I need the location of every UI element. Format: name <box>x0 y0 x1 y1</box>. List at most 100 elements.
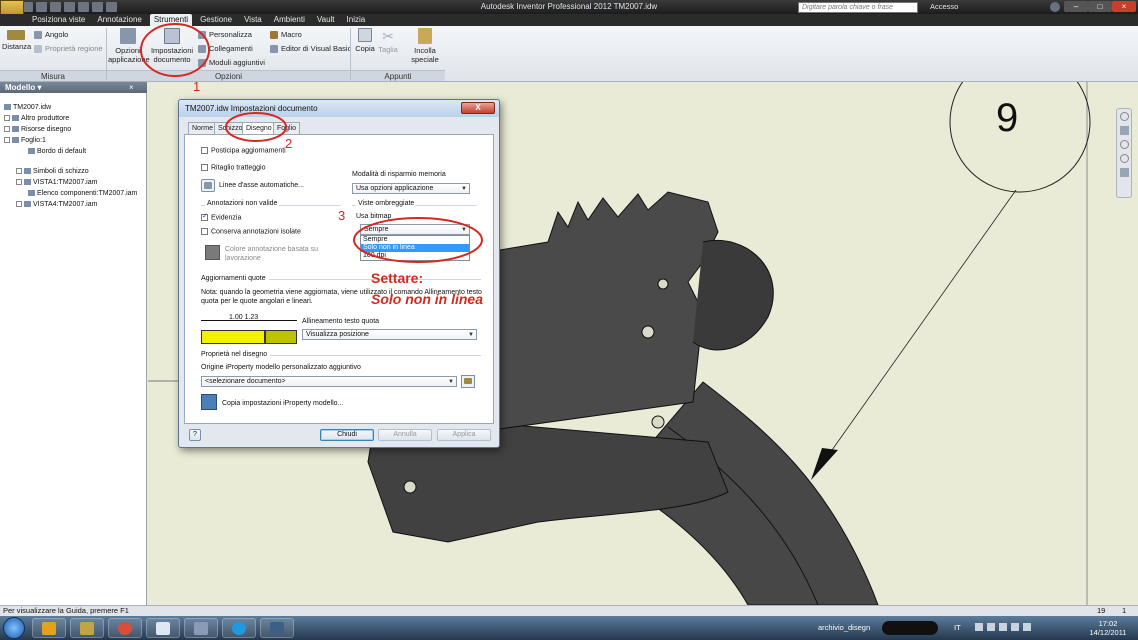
editor-vb-button[interactable]: Editor di Visual Basic <box>270 44 351 53</box>
inventor-icon <box>80 622 94 635</box>
tree-item[interactable]: Simboli di schizzo <box>16 168 89 175</box>
opzioni-applicazione-button[interactable]: Opzioni applicazione <box>108 28 150 64</box>
tree-item[interactable]: Risorse disegno <box>4 126 71 133</box>
tree-item[interactable]: VISTA1:TM2007.iam <box>16 179 97 186</box>
conserva-checkbox[interactable]: Conserva annotazioni isolate <box>201 228 301 235</box>
distanza-button[interactable]: Distanza <box>2 30 31 51</box>
zoom-icon[interactable] <box>1119 140 1129 149</box>
part-hook <box>692 240 774 351</box>
checkbox[interactable] <box>201 228 208 235</box>
option-sempre[interactable]: Sempre <box>361 236 469 244</box>
pan-icon[interactable] <box>1119 126 1129 135</box>
taskbar-outlook[interactable] <box>32 618 66 638</box>
evidenzia-checkbox[interactable]: Evidenzia <box>201 212 241 221</box>
centerline-button[interactable] <box>201 179 215 192</box>
copy-iproperty-icon[interactable] <box>201 394 217 410</box>
system-clock[interactable]: 17:02 14/12/2011 <box>1086 619 1130 637</box>
tab-inizia[interactable]: Inizia <box>343 14 370 26</box>
tab-foglio[interactable]: Foglio <box>273 122 301 134</box>
personalizza-button[interactable]: Personalizza <box>198 30 252 39</box>
network-icon[interactable] <box>1011 623 1019 631</box>
bitmap-select[interactable]: Sempre ▼ <box>360 224 470 235</box>
applica-button[interactable]: Applica <box>437 429 491 441</box>
tab-gestione[interactable]: Gestione <box>196 14 236 26</box>
collapse-icon[interactable] <box>4 137 10 144</box>
help-button[interactable]: ? <box>189 429 201 441</box>
tray-icon[interactable] <box>987 623 995 631</box>
ritaglio-checkbox[interactable]: Ritaglio tratteggio <box>201 164 265 171</box>
taskbar-paint[interactable] <box>184 618 218 638</box>
copia-button[interactable]: Copia <box>353 28 377 53</box>
chevron-down-icon: ▼ <box>448 379 454 385</box>
tree-item[interactable]: Elenco componenti:TM2007.iam <box>28 190 137 197</box>
close-window-button[interactable]: × <box>1112 1 1136 12</box>
tree-item[interactable]: Foglio:1 <box>4 137 46 144</box>
minimize-button[interactable]: – <box>1064 1 1088 12</box>
tab-vault[interactable]: Vault <box>313 14 339 26</box>
angolo-button[interactable]: Angolo <box>34 30 68 39</box>
expand-icon[interactable] <box>4 126 10 133</box>
allineamento-select[interactable]: Visualizza posizione ▼ <box>302 329 477 340</box>
maximize-button[interactable]: □ <box>1088 1 1112 12</box>
linee-asse-label[interactable]: Linee d'asse automatiche... <box>219 182 304 189</box>
modalita-select[interactable]: Usa opzioni applicazione ▼ <box>352 183 470 194</box>
archive-label[interactable]: archivio_disegn <box>818 623 870 632</box>
annulla-button[interactable]: Annulla <box>378 429 432 441</box>
tray-icon[interactable] <box>999 623 1007 631</box>
steering-wheel-icon[interactable] <box>1119 112 1129 121</box>
checkbox[interactable] <box>201 212 208 221</box>
help-search-input[interactable]: Digitare parola chiave o frase <box>798 2 918 13</box>
copia-impostazioni-label[interactable]: Copia impostazioni iProperty modello... <box>222 400 343 407</box>
taskbar-chrome[interactable] <box>108 618 142 638</box>
language-indicator[interactable]: IT <box>954 623 961 632</box>
taskbar-notepad[interactable] <box>146 618 180 638</box>
tab-annotazione[interactable]: Annotazione <box>93 14 145 26</box>
chiudi-button[interactable]: Chiudi <box>320 429 374 441</box>
taglia-button[interactable]: ✂ Taglia <box>377 28 399 54</box>
tab-posiziona-viste[interactable]: Posiziona viste <box>28 14 89 26</box>
status-bar: Per visualizzare la Guida, premere F1 19… <box>0 605 1138 616</box>
expand-icon[interactable] <box>16 201 22 208</box>
volume-icon[interactable] <box>1023 623 1031 631</box>
account-label[interactable]: Accesso <box>930 2 958 11</box>
tree-item[interactable]: Altro produttore <box>4 115 69 122</box>
browser-close-icon[interactable]: × <box>129 83 134 92</box>
moduli-aggiuntivi-button[interactable]: Moduli aggiuntivi <box>198 58 265 67</box>
taskbar-inventor[interactable] <box>70 618 104 638</box>
start-button[interactable] <box>3 617 25 639</box>
checkbox[interactable] <box>201 164 208 171</box>
browser-header[interactable]: Modello ▾ <box>0 82 147 93</box>
browser-title: Modello <box>5 83 36 92</box>
browse-button[interactable] <box>461 375 475 388</box>
orbit-icon[interactable] <box>1119 168 1129 177</box>
expand-icon[interactable] <box>16 179 22 186</box>
incolla-speciale-button[interactable]: Incolla speciale <box>408 28 442 64</box>
option-100-dpi[interactable]: 100 dpi <box>361 252 469 260</box>
tab-vista[interactable]: Vista <box>240 14 266 26</box>
expand-icon[interactable] <box>4 115 10 122</box>
impostazioni-documento-button[interactable]: Impostazioni documento <box>148 28 196 64</box>
tray-icons[interactable] <box>975 623 1075 633</box>
checkbox[interactable] <box>201 147 208 154</box>
zoom-window-icon[interactable] <box>1119 154 1129 163</box>
tab-norme[interactable]: Norme <box>188 122 218 134</box>
tab-ambienti[interactable]: Ambienti <box>270 14 309 26</box>
taskbar-skype[interactable] <box>222 618 256 638</box>
tab-strumenti[interactable]: Strumenti <box>149 14 193 26</box>
tray-icon[interactable] <box>975 623 983 631</box>
color-swatch[interactable] <box>205 245 220 260</box>
option-solo-non-in-linea[interactable]: Solo non in linea <box>361 244 469 252</box>
posticipa-checkbox[interactable]: Posticipa aggiornamenti <box>201 147 286 154</box>
help-icon[interactable] <box>1050 2 1060 12</box>
proprieta-regione-button[interactable]: Proprietà regione <box>34 44 103 53</box>
origine-select[interactable]: <selezionare documento> ▼ <box>201 376 457 387</box>
dialog-close-button[interactable]: X <box>461 102 495 114</box>
collegamenti-button[interactable]: Collegamenti <box>198 44 253 53</box>
tree-item[interactable]: Bordo di default <box>28 148 86 155</box>
taskbar-app[interactable] <box>260 618 294 638</box>
expand-icon[interactable] <box>16 168 22 175</box>
tree-item[interactable]: VISTA4:TM2007.iam <box>16 201 97 208</box>
tree-item[interactable]: TM2007.idw <box>4 104 51 111</box>
macro-button[interactable]: Macro <box>270 30 302 39</box>
navigation-bar[interactable] <box>1116 108 1132 198</box>
